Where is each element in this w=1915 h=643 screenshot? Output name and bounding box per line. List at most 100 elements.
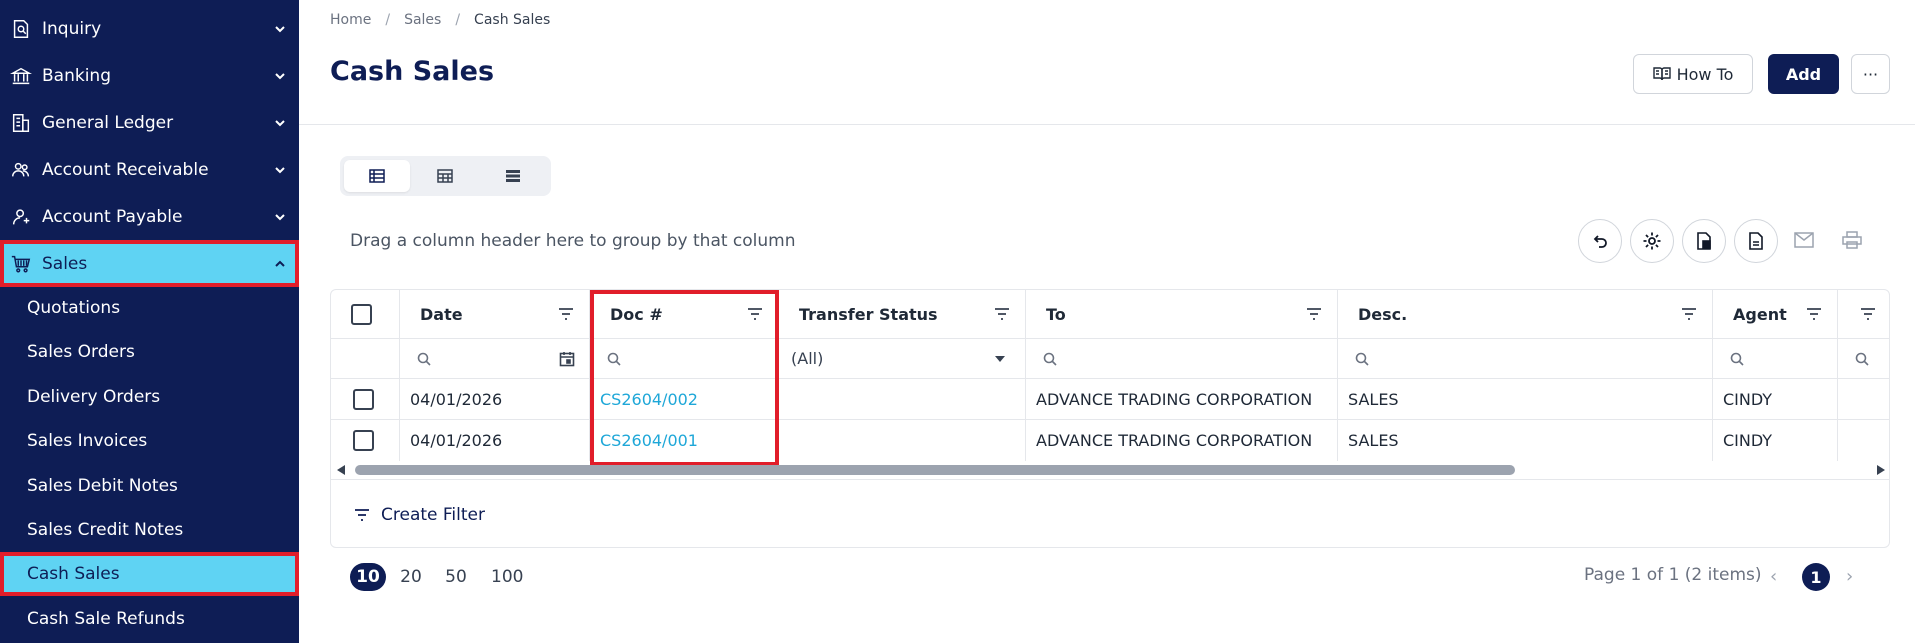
filter-icon [355,508,369,521]
table-row[interactable]: 04/01/2026 CS2604/001 ADVANCE TRADING CO… [331,420,1889,461]
filter-cell-more[interactable] [1838,339,1889,379]
filter-cell-transfer-status[interactable]: (All) [779,339,1026,379]
export-excel-button[interactable] [1682,219,1726,263]
chevron-down-icon[interactable] [273,210,287,224]
chevron-down-icon[interactable] [273,163,287,177]
page-size-20[interactable]: 20 [393,563,429,591]
breadcrumb-sales[interactable]: Sales [404,12,441,28]
column-header-transfer-status[interactable]: Transfer Status [779,290,1026,339]
more-options-button[interactable]: ··· [1851,54,1890,94]
filter-icon[interactable] [746,305,764,323]
sidebar-item-label: Account Payable [42,206,183,227]
doc-number-link[interactable]: CS2604/001 [600,431,698,450]
column-header-label: Transfer Status [799,304,938,324]
row-checkbox[interactable] [353,430,374,451]
email-button[interactable] [1792,228,1816,252]
reset-layout-button[interactable] [1578,219,1622,263]
sidebar-subitem-delivery-orders[interactable]: Delivery Orders [0,375,299,419]
column-header-to[interactable]: To [1026,290,1338,339]
filter-icon[interactable] [1859,305,1877,323]
bank-icon [10,67,32,84]
undo-icon [1593,235,1607,248]
column-header-doc-number[interactable]: Doc # [590,290,779,339]
cell-more [1838,379,1889,420]
cell-desc: SALES [1338,379,1713,420]
filter-icon[interactable] [1680,305,1698,323]
column-header-date[interactable]: Date [400,290,590,339]
sidebar-subitem-quotations[interactable]: Quotations [0,286,299,330]
filter-cell-to[interactable] [1026,339,1338,379]
chevron-down-icon[interactable] [273,69,287,83]
sidebar-item-banking[interactable]: Banking [0,52,299,99]
sidebar-item-inquiry[interactable]: Inquiry [0,5,299,52]
filter-cell-date[interactable] [400,339,590,379]
next-page-icon[interactable]: › [1846,566,1853,587]
chevron-down-icon[interactable] [273,116,287,130]
group-panel-hint: Drag a column header here to group by th… [350,231,796,251]
sidebar-item-general-ledger[interactable]: General Ledger [0,99,299,146]
breadcrumb-home[interactable]: Home [330,12,371,28]
view-grid-button[interactable] [344,160,410,192]
view-table-button[interactable] [412,160,478,192]
receivable-icon [12,162,30,176]
filter-icon[interactable] [1305,305,1323,323]
scroll-left-icon[interactable] [337,465,345,475]
sidebar-subitem-sales-credit-notes[interactable]: Sales Credit Notes [0,508,299,552]
how-to-label: How To [1676,64,1734,84]
filter-icon[interactable] [993,305,1011,323]
filter-cell-agent[interactable] [1713,339,1838,379]
sidebar-subitem-sales-debit-notes[interactable]: Sales Debit Notes [0,464,299,508]
sidebar-subitem-cash-sales[interactable]: Cash Sales [0,552,299,596]
filter-icon[interactable] [1805,305,1823,323]
cell-date: 04/01/2026 [400,379,590,420]
prev-page-icon[interactable]: ‹ [1770,566,1777,587]
chevron-down-icon[interactable] [273,22,287,36]
row-checkbox[interactable] [353,389,374,410]
chevron-up-icon[interactable] [273,257,287,271]
filter-cell-desc[interactable] [1338,339,1713,379]
calendar-icon[interactable] [559,351,575,367]
select-all-cell [331,290,400,339]
page-number-button[interactable]: 1 [1802,563,1830,591]
sidebar-item-account-payable[interactable]: Account Payable [0,193,299,240]
view-compact-button[interactable] [480,160,546,192]
horizontal-scrollbar[interactable] [331,461,1889,479]
sidebar-item-label: Sales [42,253,88,274]
cell-doc-number: CS2604/001 [590,420,779,461]
select-all-checkbox[interactable] [351,303,372,325]
column-header-agent[interactable]: Agent [1713,290,1838,339]
scroll-right-icon[interactable] [1877,465,1885,475]
row-select-cell [331,379,400,420]
sidebar-item-label: Inquiry [42,18,102,39]
create-filter-button[interactable]: Create Filter [381,505,485,525]
add-button[interactable]: Add [1768,54,1839,94]
table-row[interactable]: 04/01/2026 CS2604/002 ADVANCE TRADING CO… [331,379,1889,420]
row-select-cell [331,420,400,461]
export-pdf-button[interactable] [1734,219,1778,263]
scrollbar-thumb[interactable] [355,465,1515,475]
sidebar-subitem-cash-sale-refunds[interactable]: Cash Sale Refunds [0,597,299,641]
sidebar-subitem-sales-orders[interactable]: Sales Orders [0,330,299,374]
search-icon [1043,352,1057,366]
sidebar-item-account-receivable[interactable]: Account Receivable [0,146,299,193]
page-size-100[interactable]: 100 [485,563,529,591]
settings-button[interactable] [1630,219,1674,263]
cell-to: ADVANCE TRADING CORPORATION [1026,379,1338,420]
filter-cell-doc-number[interactable] [590,339,779,379]
filter-icon[interactable] [557,305,575,323]
breadcrumb: Home / Sales / Cash Sales [330,12,550,28]
printer-icon [1842,231,1862,249]
caret-down-icon [995,355,1005,362]
doc-number-link[interactable]: CS2604/002 [600,390,698,409]
sidebar-item-sales[interactable]: Sales [0,240,299,287]
column-header-more[interactable] [1838,290,1889,339]
sidebar-subitem-sales-invoices[interactable]: Sales Invoices [0,419,299,463]
how-to-button[interactable]: How To [1633,54,1753,94]
ledger-icon [12,113,30,132]
column-header-desc[interactable]: Desc. [1338,290,1713,339]
page-size-10[interactable]: 10 [350,563,386,591]
cell-transfer-status [779,420,1026,461]
page-size-50[interactable]: 50 [438,563,474,591]
cart-icon [11,255,31,273]
print-button[interactable] [1840,228,1864,252]
